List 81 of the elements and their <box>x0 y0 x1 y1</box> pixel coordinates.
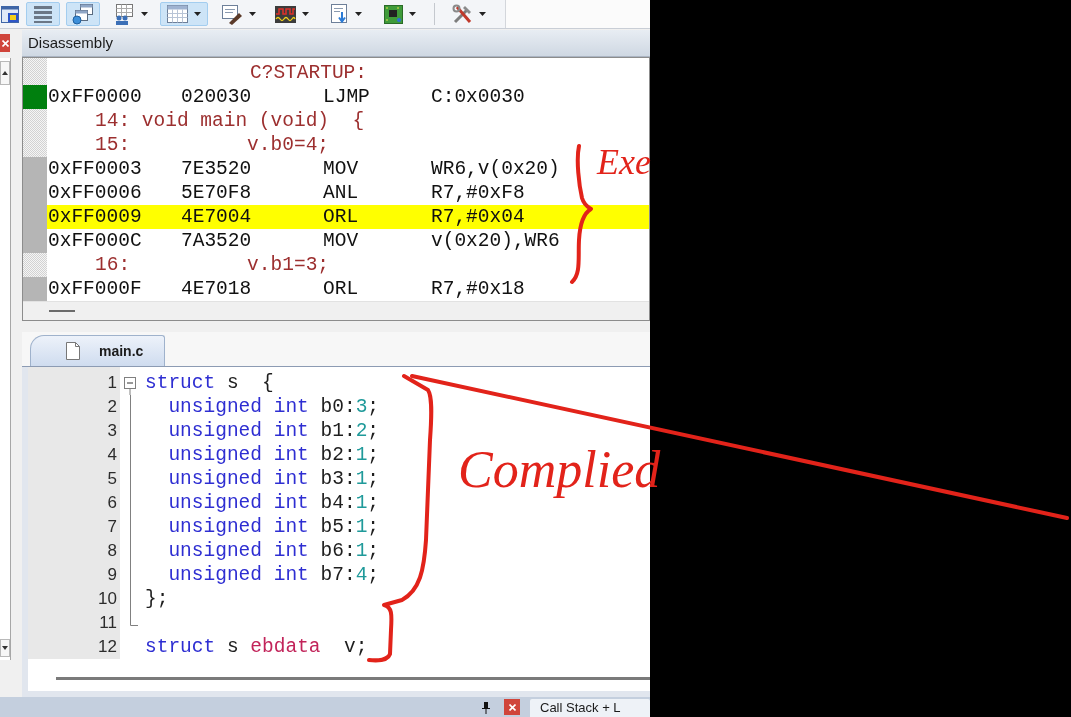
panel-title: Disassembly <box>28 32 114 53</box>
code-line: unsigned int b3:1; <box>168 467 380 491</box>
operands: WR6,v(0x20) <box>431 157 560 181</box>
document-pen-icon <box>220 3 243 25</box>
line-number: 2 <box>107 396 117 419</box>
code-line: struct s ebdata v; <box>145 635 368 659</box>
source-line: 16: v.b1=3; <box>95 253 330 277</box>
operands: v(0x20),WR6 <box>431 229 560 253</box>
scrollbar-thumb[interactable] <box>56 676 650 680</box>
opcode: 7E3520 <box>181 158 252 180</box>
opcode: 7A3520 <box>181 230 252 252</box>
pin-icon[interactable] <box>481 702 491 714</box>
code-line: unsigned int b1:2; <box>168 419 380 443</box>
opcode: 020030 <box>181 86 252 108</box>
line-number: 6 <box>107 492 117 515</box>
mnemonic: LJMP <box>323 86 370 108</box>
circuit-board-icon <box>384 4 403 24</box>
mnemonic: ORL <box>323 206 359 228</box>
code-line: unsigned int b5:1; <box>168 515 380 539</box>
operands: C:0x0030 <box>431 85 525 109</box>
opcode: 5E70F8 <box>181 182 252 204</box>
address: 0xFF0003 <box>48 158 142 180</box>
operands: R7,#0x18 <box>431 277 525 301</box>
mnemonic: ANL <box>323 182 359 204</box>
caret-icon <box>302 12 309 16</box>
caret-icon <box>409 12 416 16</box>
windows-icon <box>72 3 94 25</box>
caret-icon <box>140 12 148 16</box>
code-line: unsigned int b2:1; <box>168 443 380 467</box>
line-number: 11 <box>99 612 117 635</box>
code-line: struct s { <box>145 371 274 395</box>
code-line: unsigned int b4:1; <box>168 491 380 515</box>
line-number: 4 <box>107 444 117 467</box>
scrollbar-thumb[interactable] <box>49 310 75 312</box>
window-icon <box>1 5 19 23</box>
operands: R7,#0x04 <box>431 205 525 229</box>
caret-icon <box>354 12 362 16</box>
tools-icon <box>452 3 473 25</box>
line-number: 9 <box>107 564 117 587</box>
close-icon <box>508 703 516 711</box>
line-number: 10 <box>98 588 117 611</box>
line-number: 8 <box>107 540 117 563</box>
panel-tab[interactable]: Call Stack + L <box>530 699 650 717</box>
waveform-icon <box>275 5 296 23</box>
source-line: 14: void main (void) { <box>95 109 365 133</box>
operands: R7,#0xF8 <box>431 181 525 205</box>
caret-icon <box>479 12 486 16</box>
collapse-icon[interactable] <box>124 377 136 395</box>
mnemonic: MOV <box>323 158 359 180</box>
vertical-scrollbar[interactable] <box>0 58 11 660</box>
list-icon <box>33 5 53 23</box>
code-line: unsigned int b0:3; <box>168 395 380 419</box>
code-line: unsigned int b7:4; <box>168 563 380 587</box>
address: 0xFF0000 <box>48 86 142 108</box>
caret-icon <box>248 12 256 16</box>
opcode: 4E7018 <box>181 278 252 300</box>
editor-tab[interactable]: main.c <box>30 335 165 366</box>
line-number: 1 <box>107 372 117 395</box>
close-button[interactable] <box>504 699 520 715</box>
document-icon <box>65 342 81 360</box>
code-line: unsigned int b6:1; <box>168 539 380 563</box>
close-button[interactable] <box>0 34 10 52</box>
opcode: 4E7004 <box>181 206 252 228</box>
horizontal-scrollbar[interactable] <box>23 301 649 320</box>
address: 0xFF0009 <box>48 206 142 228</box>
line-number: 5 <box>107 468 117 491</box>
line-number: 12 <box>98 636 117 659</box>
handwritten-note: Exe <box>597 141 651 184</box>
line-number: 7 <box>107 516 117 539</box>
source-line: 15: v.b0=4; <box>95 133 330 157</box>
address: 0xFF0006 <box>48 182 142 204</box>
address: 0xFF000C <box>48 230 142 252</box>
code-line: }; <box>145 587 169 611</box>
mnemonic: MOV <box>323 230 359 252</box>
close-icon <box>1 39 9 47</box>
caret-icon <box>194 12 201 16</box>
address: 0xFF000F <box>48 278 142 300</box>
code-label: C?STARTUP: <box>250 61 368 85</box>
mnemonic: ORL <box>323 278 359 300</box>
table-icon <box>167 5 188 23</box>
line-number: 3 <box>107 420 117 443</box>
